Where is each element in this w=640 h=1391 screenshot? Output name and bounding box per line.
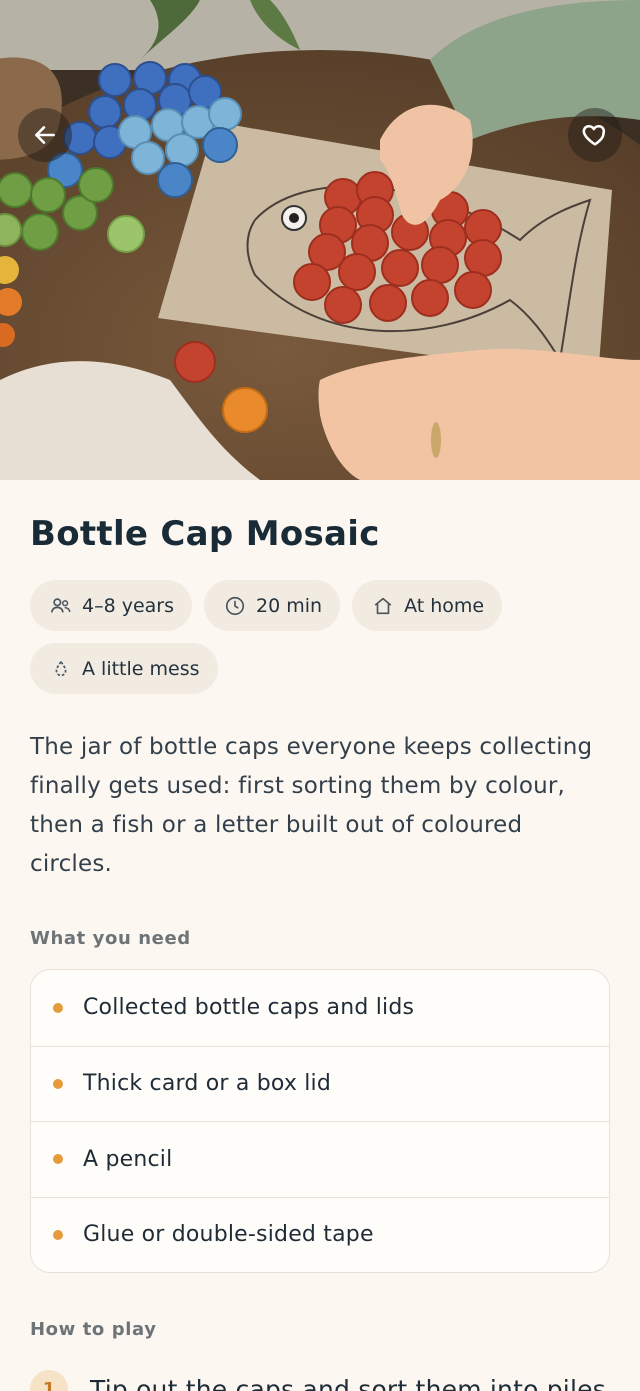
clock-icon	[225, 596, 245, 615]
people-icon	[51, 597, 71, 612]
favorite-button[interactable]	[568, 108, 622, 162]
location-chip: At home	[352, 580, 503, 631]
location-chip-label: At home	[404, 594, 485, 617]
age-chip-label: 4–8 years	[82, 594, 175, 617]
list-item: Thick card or a box lid	[31, 1045, 609, 1122]
arrow-left-icon	[35, 126, 55, 144]
droplet-icon	[55, 659, 67, 676]
activity-description: The jar of bottle caps everyone keeps co…	[30, 734, 593, 877]
mess-chip: A little mess	[30, 643, 218, 694]
step-text: Tip out the caps and sort them into pile…	[90, 1374, 606, 1391]
bottle-cap-mosaic-photo	[0, 0, 640, 480]
need-item-label: A pencil	[83, 1146, 173, 1172]
bullet-dot	[53, 1078, 63, 1089]
need-item-label: Collected bottle caps and lids	[83, 995, 415, 1021]
mess-chip-label: A little mess	[82, 657, 200, 680]
needs-list: Collected bottle caps and lids Thick car…	[30, 969, 610, 1273]
need-item-label: Thick card or a box lid	[83, 1071, 332, 1097]
need-item-label: Glue or double-sided tape	[83, 1222, 374, 1248]
list-item: A pencil	[31, 1121, 609, 1197]
back-button[interactable]	[18, 108, 72, 162]
home-icon	[374, 597, 392, 614]
step-number: 1	[30, 1370, 68, 1391]
page-title: Bottle Cap Mosaic	[30, 514, 380, 554]
list-item: Glue or double-sided tape	[31, 1196, 609, 1273]
step-item: 1 Tip out the caps and sort them into pi…	[30, 1370, 610, 1391]
hero-image	[0, 0, 640, 480]
activity-content: Bottle Cap Mosaic 4–8 years 20 min At ho…	[0, 480, 640, 1391]
duration-chip: 20 min	[204, 580, 341, 631]
bullet-dot	[53, 1002, 63, 1013]
list-item: Collected bottle caps and lids	[31, 970, 609, 1046]
needs-heading: What you need	[30, 928, 191, 949]
play-heading: How to play	[30, 1319, 157, 1340]
bullet-dot	[53, 1229, 63, 1240]
bullet-dot	[53, 1154, 63, 1165]
heart-icon	[582, 124, 606, 146]
age-chip: 4–8 years	[30, 580, 193, 631]
duration-chip-label: 20 min	[256, 594, 323, 617]
activity-meta-chips: 4–8 years 20 min At home A little mess	[30, 580, 610, 694]
